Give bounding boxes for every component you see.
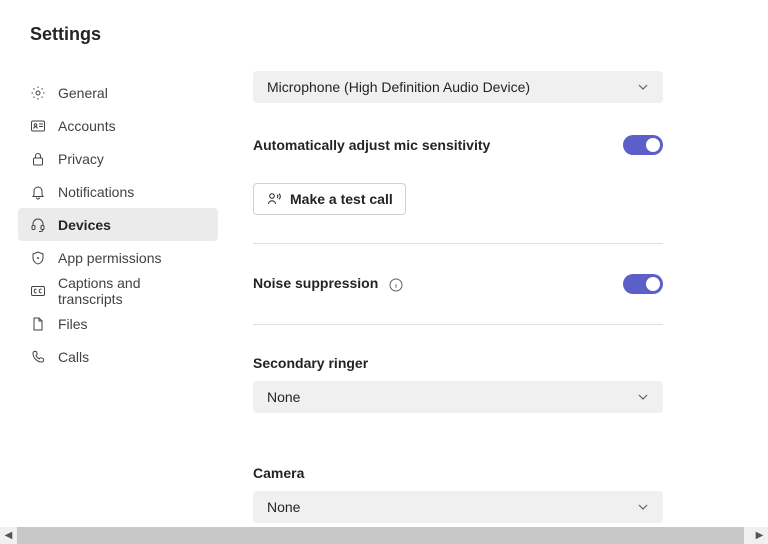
sidebar-item-label: General: [58, 85, 108, 101]
settings-title: Settings: [30, 24, 101, 45]
settings-main: Microphone (High Definition Audio Device…: [253, 0, 768, 526]
chevron-down-icon: [637, 81, 649, 93]
captions-icon: [30, 283, 46, 299]
chevron-down-icon: [637, 391, 649, 403]
sidebar-item-label: Notifications: [58, 184, 134, 200]
sidebar-item-label: Files: [58, 316, 88, 332]
sidebar-item-label: App permissions: [58, 250, 162, 266]
toggle-knob: [646, 277, 660, 291]
sidebar-item-privacy[interactable]: Privacy: [18, 142, 218, 175]
chevron-down-icon: [637, 501, 649, 513]
user-call-icon: [266, 191, 282, 207]
microphone-select[interactable]: Microphone (High Definition Audio Device…: [253, 71, 663, 103]
headset-icon: [30, 217, 46, 233]
scrollbar-thumb[interactable]: [17, 527, 744, 544]
secondary-ringer-label: Secondary ringer: [253, 355, 748, 371]
sidebar-item-label: Devices: [58, 217, 111, 233]
info-icon[interactable]: [388, 277, 404, 293]
noise-suppression-toggle[interactable]: [623, 274, 663, 294]
lock-icon: [30, 151, 46, 167]
divider: [253, 243, 663, 244]
make-test-call-label: Make a test call: [290, 191, 393, 207]
sidebar-item-label: Accounts: [58, 118, 116, 134]
sidebar-item-notifications[interactable]: Notifications: [18, 175, 218, 208]
sidebar-item-captions[interactable]: Captions and transcripts: [18, 274, 218, 307]
sidebar-item-label: Calls: [58, 349, 89, 365]
gear-icon: [30, 85, 46, 101]
make-test-call-button[interactable]: Make a test call: [253, 183, 406, 215]
scroll-left-arrow[interactable]: ◀: [0, 527, 17, 544]
sidebar-item-label: Privacy: [58, 151, 104, 167]
divider: [253, 324, 663, 325]
sidebar-item-accounts[interactable]: Accounts: [18, 109, 218, 142]
auto-adjust-label: Automatically adjust mic sensitivity: [253, 137, 490, 153]
noise-suppression-label: Noise suppression: [253, 275, 378, 291]
shield-icon: [30, 250, 46, 266]
scroll-right-arrow[interactable]: ▶: [751, 527, 768, 544]
secondary-ringer-value: None: [267, 389, 300, 405]
accounts-icon: [30, 118, 46, 134]
microphone-select-value: Microphone (High Definition Audio Device…: [267, 79, 530, 95]
sidebar-item-files[interactable]: Files: [18, 307, 218, 340]
sidebar-item-calls[interactable]: Calls: [18, 340, 218, 373]
bell-icon: [30, 184, 46, 200]
phone-icon: [30, 349, 46, 365]
sidebar-item-app-permissions[interactable]: App permissions: [18, 241, 218, 274]
auto-adjust-toggle[interactable]: [623, 135, 663, 155]
toggle-knob: [646, 138, 660, 152]
settings-sidebar: General Accounts Privacy Notifications D…: [18, 76, 218, 373]
scrollbar-track[interactable]: [17, 527, 751, 544]
sidebar-item-devices[interactable]: Devices: [18, 208, 218, 241]
horizontal-scrollbar[interactable]: ◀ ▶: [0, 527, 768, 544]
camera-value: None: [267, 499, 300, 515]
secondary-ringer-select[interactable]: None: [253, 381, 663, 413]
camera-select[interactable]: None: [253, 491, 663, 523]
camera-label: Camera: [253, 465, 748, 481]
sidebar-item-general[interactable]: General: [18, 76, 218, 109]
file-icon: [30, 316, 46, 332]
sidebar-item-label: Captions and transcripts: [58, 275, 206, 307]
